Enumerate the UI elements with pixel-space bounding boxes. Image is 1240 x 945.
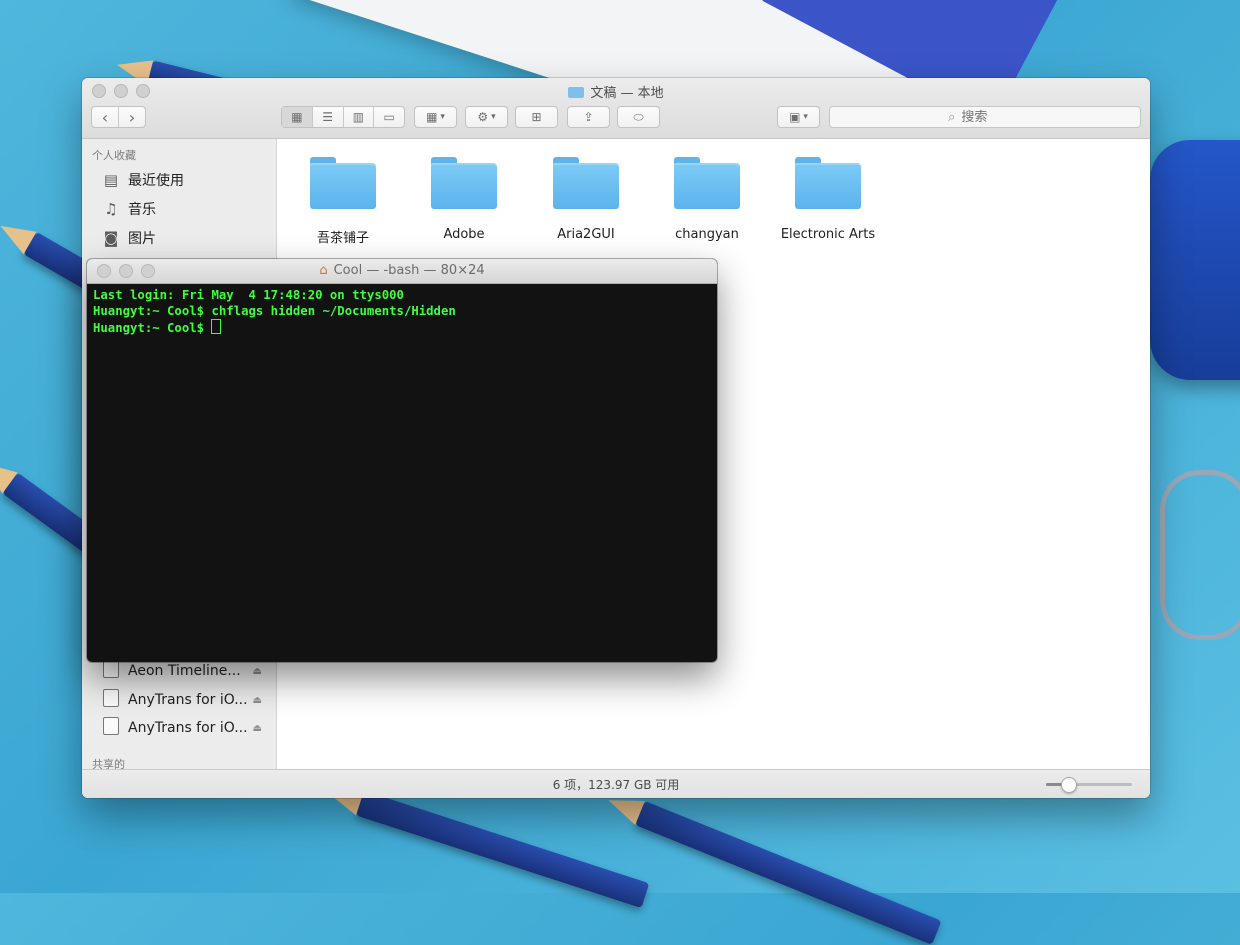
- icon-grid-icon: ▦: [291, 110, 303, 124]
- terminal-line: Huangyt:~ Cool$ chflags hidden ~/Documen…: [93, 303, 456, 318]
- status-text: 6 项，123.97 GB 可用: [552, 778, 680, 792]
- search-field[interactable]: ⌕: [829, 106, 1141, 128]
- terminal-cursor: [211, 319, 222, 334]
- eject-icon[interactable]: ⏏: [253, 695, 262, 706]
- folder-icon: [795, 157, 861, 209]
- share-button[interactable]: ⇪: [567, 106, 610, 128]
- recents-icon: ▤: [103, 171, 119, 189]
- folder-item[interactable]: Aria2GUI: [526, 157, 646, 242]
- wallpaper-stapler: [1150, 140, 1240, 380]
- sidebar-favorites-header: 个人收藏: [92, 149, 136, 162]
- folder-label: 吾茶铺子: [316, 231, 369, 246]
- wallpaper-pencil: [635, 800, 942, 945]
- tag-icon: ⬭: [633, 109, 644, 124]
- chevron-down-icon: ▾: [803, 112, 808, 122]
- pictures-icon: ◙: [103, 229, 119, 247]
- cover-flow-icon: ▭: [383, 110, 395, 124]
- arrange-grid-icon: ▦: [426, 110, 438, 124]
- forward-button[interactable]: ›: [119, 107, 145, 127]
- list-icon: ☰: [322, 110, 333, 124]
- folder-item[interactable]: Adobe: [404, 157, 524, 242]
- folder-label: Electronic Arts: [780, 227, 876, 242]
- folder-label: changyan: [675, 227, 739, 242]
- sidebar-item-label: 音乐: [128, 202, 156, 218]
- action-button[interactable]: ⚙ ▾: [465, 106, 508, 128]
- columns-icon: ▥: [352, 110, 365, 124]
- status-bar: 6 项，123.97 GB 可用: [82, 769, 1150, 798]
- share-icon: ⇪: [583, 110, 594, 124]
- view-mode-control: ▦ ☰ ▥ ▭: [281, 106, 405, 128]
- search-input[interactable]: [959, 109, 1034, 126]
- gear-icon: ⚙: [477, 110, 489, 124]
- column-view-button[interactable]: ▥: [344, 107, 375, 127]
- finder-title: 文稿 — 本地: [82, 82, 1150, 101]
- eject-icon[interactable]: ⏏: [253, 723, 262, 734]
- drive-icon: [102, 660, 120, 682]
- dropbox-icon: ▣: [789, 110, 801, 124]
- new-folder-icon: ⊞: [531, 110, 542, 124]
- chevron-right-icon: ›: [128, 107, 136, 127]
- dropbox-button[interactable]: ▣ ▾: [777, 106, 820, 128]
- search-wrapper: ⌕: [948, 109, 1034, 126]
- sidebar-item-pictures[interactable]: ◙ 图片: [102, 226, 272, 250]
- search-icon: ⌕: [948, 110, 956, 125]
- wallpaper-binder-clip: [1160, 470, 1240, 640]
- sidebar-item-label: AnyTrans for iO...: [128, 692, 248, 708]
- folder-label: Aria2GUI: [557, 227, 615, 242]
- terminal-title-text: Cool — -bash — 80×24: [333, 263, 485, 278]
- eject-icon[interactable]: ⏏: [253, 666, 262, 677]
- chevron-down-icon: ▾: [440, 112, 445, 122]
- chevron-left-icon: ‹: [101, 107, 109, 127]
- terminal-titlebar[interactable]: ⌂ Cool — -bash — 80×24: [87, 259, 717, 284]
- folder-icon: [431, 157, 497, 209]
- folder-icon: [568, 87, 585, 98]
- drive-icon: [102, 717, 120, 739]
- sidebar-item-music[interactable]: ♫ 音乐: [102, 197, 272, 221]
- folder-icon: [553, 157, 619, 209]
- new-folder-button[interactable]: ⊞: [515, 106, 558, 128]
- slider-knob[interactable]: [1060, 777, 1077, 793]
- sidebar-item-label: Aeon Timeline...: [128, 663, 241, 679]
- folder-item[interactable]: Electronic Arts: [768, 157, 888, 242]
- sidebar-item-anytrans-1[interactable]: AnyTrans for iO... ⏏: [102, 688, 272, 712]
- nav-buttons: ‹ ›: [91, 106, 146, 128]
- sidebar-item-recents[interactable]: ▤ 最近使用: [102, 168, 272, 192]
- folder-item[interactable]: changyan: [647, 157, 767, 242]
- sidebar-item-anytrans-2[interactable]: AnyTrans for iO... ⏏: [102, 716, 272, 740]
- terminal-line: Last login: Fri May 4 17:48:20 on ttys00…: [93, 288, 404, 302]
- back-button[interactable]: ‹: [92, 107, 119, 127]
- sidebar-item-label: 最近使用: [128, 173, 184, 189]
- drive-icon: [102, 689, 120, 711]
- terminal-line: Huangyt:~ Cool$: [93, 321, 212, 335]
- folder-item[interactable]: 吾茶铺子: [283, 157, 403, 246]
- folder-label: Adobe: [443, 227, 485, 242]
- sidebar-item-label: AnyTrans for iO...: [128, 720, 248, 736]
- sidebar-item-aeon-timeline[interactable]: Aeon Timeline... ⏏: [102, 659, 272, 683]
- sidebar-item-label: 图片: [128, 231, 156, 247]
- icon-view-button[interactable]: ▦: [282, 107, 313, 127]
- home-icon: ⌂: [319, 263, 328, 278]
- chevron-down-icon: ▾: [491, 112, 496, 122]
- folder-icon: [674, 157, 740, 209]
- terminal-prompt-line: Huangyt:~ Cool$: [93, 319, 711, 337]
- terminal-window: ⌂ Cool — -bash — 80×24 Last login: Fri Ma…: [87, 259, 717, 662]
- terminal-title: ⌂ Cool — -bash — 80×24: [87, 263, 717, 278]
- icon-size-slider[interactable]: [1046, 777, 1132, 793]
- music-icon: ♫: [104, 200, 118, 218]
- cover-flow-button[interactable]: ▭: [374, 107, 404, 127]
- finder-titlebar[interactable]: 文稿 — 本地 ‹ › ▦ ☰ ▥ ▭ ▦ ▾ ⚙ ▾ ⊞ ⇪ ⬭ ▣ ▾ ⌕ …: [82, 78, 1150, 139]
- terminal-output[interactable]: Last login: Fri May 4 17:48:20 on ttys00…: [87, 284, 717, 341]
- list-view-button[interactable]: ☰: [313, 107, 344, 127]
- finder-title-text: 文稿 — 本地: [590, 86, 664, 101]
- folder-icon: [310, 157, 376, 209]
- arrange-button[interactable]: ▦ ▾: [414, 106, 457, 128]
- tags-button[interactable]: ⬭: [617, 106, 660, 128]
